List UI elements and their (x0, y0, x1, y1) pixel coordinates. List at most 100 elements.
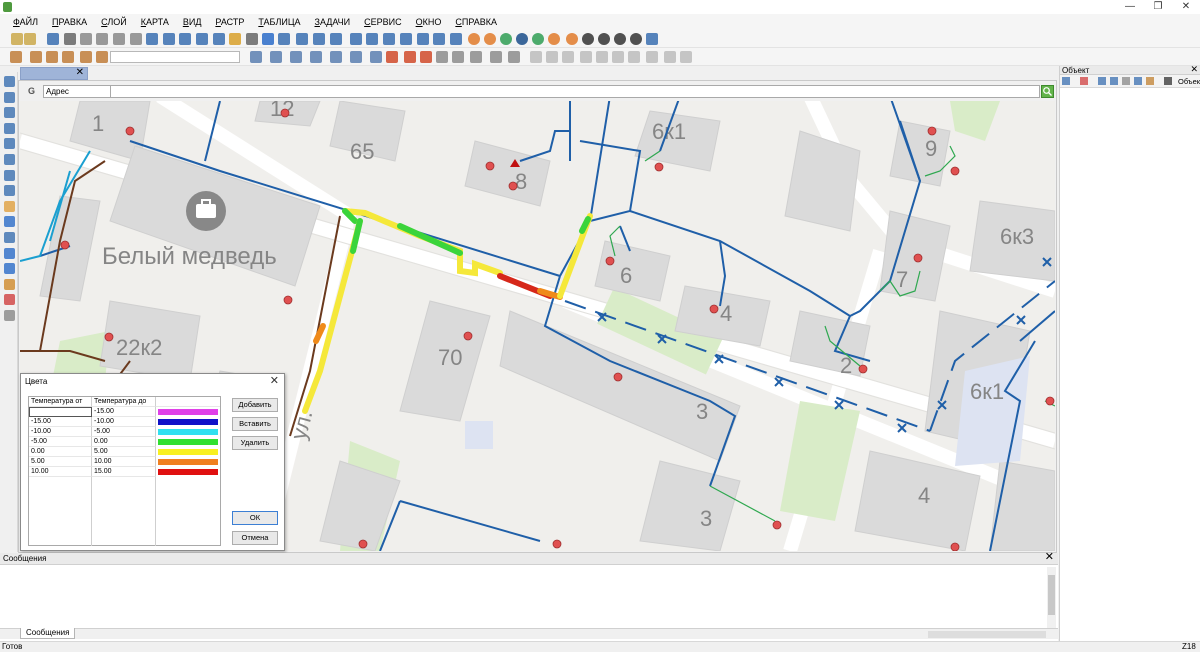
circle-icon[interactable] (598, 33, 610, 45)
circle-icon[interactable] (566, 33, 578, 45)
search-button[interactable] (1041, 85, 1054, 98)
ok-button[interactable]: ОК (232, 511, 278, 525)
circle-icon[interactable] (516, 33, 528, 45)
table-cell-to[interactable]: -15.00 (92, 407, 156, 417)
menu-layer[interactable]: Слой (101, 17, 127, 27)
delete-button[interactable]: Удалить (232, 436, 278, 450)
shape-icon[interactable] (596, 51, 608, 63)
menu-map[interactable]: Карта (141, 17, 169, 27)
table-cell-from[interactable]: 0.00 (29, 447, 92, 457)
chart-icon[interactable] (417, 33, 429, 45)
list-icon[interactable] (1062, 77, 1070, 85)
layer-remove-icon[interactable] (46, 51, 58, 63)
table-cell-to[interactable]: 10.00 (92, 457, 156, 467)
arrow-left-icon[interactable] (386, 51, 398, 63)
node-icon[interactable] (350, 51, 362, 63)
tab-map[interactable]: ✕ (20, 67, 88, 80)
cancel-button[interactable]: Отмена (232, 531, 278, 545)
color-swatch[interactable] (158, 409, 218, 415)
dialog-close-icon[interactable]: ✕ (270, 374, 279, 387)
folder-icon[interactable] (1146, 77, 1154, 85)
circle-icon[interactable] (582, 33, 594, 45)
shape-icon[interactable] (612, 51, 624, 63)
circle-icon[interactable] (468, 33, 480, 45)
color-swatch[interactable] (158, 469, 218, 475)
select-cursor-icon[interactable] (4, 122, 15, 134)
shape-icon[interactable] (664, 51, 676, 63)
layer-icon[interactable] (80, 51, 92, 63)
table-cell-to[interactable]: 0.00 (92, 437, 156, 447)
layer-icon[interactable] (96, 51, 108, 63)
object-panel-close-icon[interactable]: ✕ (1190, 65, 1198, 74)
chart-icon[interactable] (383, 33, 395, 45)
table-cell-from[interactable]: -10.00 (29, 427, 92, 437)
pipe-icon[interactable] (508, 51, 520, 63)
tab-close-icon[interactable]: ✕ (76, 67, 84, 78)
brush-icon[interactable] (4, 310, 15, 321)
layer-icon[interactable] (62, 51, 74, 63)
menu-help[interactable]: Справка (455, 17, 497, 27)
print-icon[interactable] (64, 33, 76, 45)
menu-table[interactable]: Таблица (258, 17, 300, 27)
node-icon[interactable] (310, 51, 322, 63)
undo-icon[interactable] (146, 33, 158, 45)
table-cell-from[interactable]: 10.00 (29, 467, 92, 477)
menu-tasks[interactable]: Задачи (315, 17, 351, 27)
chart-icon[interactable] (433, 33, 445, 45)
redo-icon[interactable] (163, 33, 175, 45)
cut-icon[interactable] (96, 33, 108, 45)
help-icon[interactable] (4, 247, 15, 259)
menu-service[interactable]: Сервис (364, 17, 401, 27)
help-icon[interactable] (262, 33, 274, 45)
circle-icon[interactable] (548, 33, 560, 45)
node-icon[interactable] (330, 51, 342, 63)
circle-icon[interactable] (532, 33, 544, 45)
menu-edit[interactable]: Правка (52, 17, 87, 27)
grid-icon[interactable] (4, 154, 15, 165)
table-cell-from[interactable]: -5.00 (29, 437, 92, 447)
messages-vertical-scrollbar[interactable] (1047, 567, 1056, 629)
eraser-icon[interactable] (420, 51, 432, 63)
pipe-icon[interactable] (436, 51, 448, 63)
circle-icon[interactable] (614, 33, 626, 45)
copy-icon[interactable] (113, 33, 125, 45)
grid-icon[interactable] (350, 33, 362, 45)
pipe-icon[interactable] (452, 51, 464, 63)
paste-icon[interactable] (130, 33, 142, 45)
find-icon[interactable] (246, 33, 258, 45)
select-icon[interactable] (296, 33, 308, 45)
messages-horizontal-scrollbar[interactable] (928, 631, 1046, 638)
ruler-icon[interactable] (530, 51, 542, 63)
color-swatch[interactable] (158, 419, 218, 425)
add-button[interactable]: Добавить (232, 398, 278, 412)
layer-add-icon[interactable] (30, 51, 42, 63)
pen-icon[interactable] (250, 51, 262, 63)
clock-icon[interactable] (4, 263, 15, 275)
menu-view[interactable]: Вид (183, 17, 202, 27)
tab-messages[interactable]: Сообщения (20, 628, 76, 639)
table-cell-to[interactable]: 15.00 (92, 467, 156, 477)
node-icon[interactable] (370, 51, 382, 63)
pan-icon[interactable] (10, 51, 22, 63)
preview-icon[interactable] (80, 33, 92, 45)
scale-icon[interactable] (546, 51, 558, 63)
open-icon[interactable] (24, 33, 36, 45)
scale-icon[interactable] (562, 51, 574, 63)
filter-icon[interactable] (4, 294, 15, 306)
table-icon[interactable] (1098, 77, 1106, 85)
select-arrow-icon[interactable] (4, 76, 15, 87)
zoom-out-icon[interactable] (4, 185, 15, 197)
minimize-button[interactable]: — (1118, 0, 1142, 14)
table-cell-from[interactable] (29, 407, 92, 417)
edit-icon[interactable] (229, 33, 241, 45)
color-swatch[interactable] (158, 439, 218, 445)
shape-icon[interactable] (646, 51, 658, 63)
layer-select[interactable] (110, 51, 240, 63)
info-icon[interactable] (4, 216, 15, 228)
arrow-right-icon[interactable] (404, 51, 416, 63)
table-cell-from[interactable]: 5.00 (29, 457, 92, 467)
save-icon[interactable] (47, 33, 59, 45)
color-swatch[interactable] (158, 429, 218, 435)
layer-control-icon[interactable] (4, 138, 15, 150)
object-icon[interactable] (1164, 77, 1172, 85)
